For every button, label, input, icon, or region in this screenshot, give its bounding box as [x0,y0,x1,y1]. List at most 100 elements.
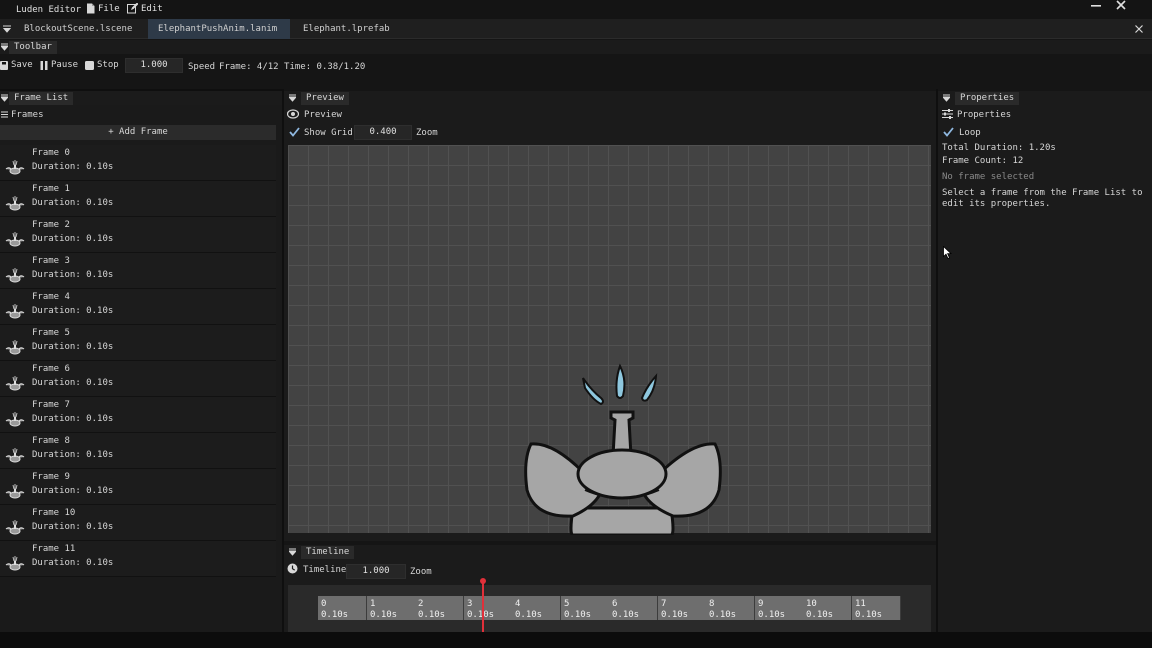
frame-name: Frame 9 [32,472,70,482]
tab-elephant-prefab[interactable]: Elephant.lprefab [293,19,403,39]
add-frame-button[interactable]: + Add Frame [0,125,276,140]
timeline-frame-cell[interactable]: 3 0.10s [464,596,513,620]
frame-time-status: Frame: 4/12 Time: 0.38/1.20 [219,62,366,72]
frame-row[interactable]: Frame 5 Duration: 0.10s [0,325,276,361]
preview-panel-tab[interactable]: Preview [301,92,349,105]
panel-collapse-icon[interactable] [289,94,296,102]
close-tab-icon[interactable] [1135,25,1143,33]
timeline-frame-cell[interactable]: 4 0.10s [512,596,561,620]
timeline-frame-cell[interactable]: 5 0.10s [561,596,610,620]
frame-duration: Duration: 0.10s [32,486,114,496]
frame-name: Frame 3 [32,256,70,266]
frame-row[interactable]: Frame 10 Duration: 0.10s [0,505,276,541]
timeline-frame-cell[interactable]: 9 0.10s [755,596,804,620]
properties-panel-tab[interactable]: Properties [955,92,1020,105]
tab-label: BlockoutScene.lscene [24,24,133,34]
frame-duration: Duration: 0.10s [32,522,114,532]
mouse-cursor-icon [943,246,952,259]
tab-elephant-push-anim[interactable]: ElephantPushAnim.lanim [148,19,290,50]
tab-blockout-scene[interactable]: BlockoutScene.lscene [14,19,146,39]
preview-canvas[interactable] [288,145,931,535]
tab-list-chevron-icon[interactable] [3,25,11,33]
minimize-button[interactable] [1087,0,1105,12]
timeline-frame-duration: 0.10s [467,610,495,620]
properties-panel-header: Properties [938,91,1152,105]
frame-row[interactable]: Frame 2 Duration: 0.10s [0,217,276,253]
timeline-frame-cell[interactable]: 0 0.10s [318,596,367,620]
loop-label: Loop [959,128,981,138]
frame-name: Frame 4 [32,292,70,302]
total-duration: Total Duration: 1.20s [942,143,1056,153]
frame-row[interactable]: Frame 7 Duration: 0.10s [0,397,276,433]
frame-duration: Duration: 0.10s [32,342,114,352]
panel-collapse-icon[interactable] [1,94,8,102]
toolbar-panel-tab[interactable]: Toolbar [9,41,57,54]
timeline-frame-cell[interactable]: 2 0.10s [415,596,464,620]
menu-file[interactable]: File [86,3,120,14]
close-icon [1116,0,1126,10]
document-tab-bar: BlockoutScene.lscene ElephantPushAnim.la… [0,19,1152,50]
timeline-frame-index: 2 [418,599,424,609]
frame-row[interactable]: Frame 0 Duration: 0.10s [0,145,276,181]
close-window-button[interactable] [1112,0,1130,12]
panel-collapse-icon[interactable] [289,548,296,556]
show-grid-checkbox[interactable] [289,127,300,137]
menu-file-label: File [98,3,120,14]
loop-checkbox[interactable] [943,127,954,137]
elephant-body [524,410,722,535]
timeline-panel-tab[interactable]: Timeline [301,546,355,559]
frame-name: Frame 6 [32,364,70,374]
frame-row[interactable]: Frame 6 Duration: 0.10s [0,361,276,397]
frame-row[interactable]: Frame 8 Duration: 0.10s [0,433,276,469]
timeline-frame-cell[interactable]: 11 0.10s [852,596,901,620]
frame-thumbnail-icon [5,376,25,391]
frame-row[interactable]: Frame 4 Duration: 0.10s [0,289,276,325]
frame-row[interactable]: Frame 9 Duration: 0.10s [0,469,276,505]
timeline-frame-duration: 0.10s [321,610,349,620]
panel-collapse-icon[interactable] [1,43,8,51]
timeline-frame-duration: 0.10s [709,610,737,620]
timeline-frame-index: 10 [806,599,817,609]
frame-list-panel-tab[interactable]: Frame List [9,92,74,105]
frame-row[interactable]: Frame 1 Duration: 0.10s [0,181,276,217]
timeline-frame-index: 4 [515,599,521,609]
timeline-frame-cell[interactable]: 8 0.10s [706,596,755,620]
edit-icon [127,3,138,14]
frame-thumbnail-icon [5,268,25,283]
frame-name: Frame 0 [32,148,70,158]
timeline-frame-index: 0 [321,599,327,609]
timeline-section-label: Timeline [303,565,347,575]
menu-edit-label: Edit [141,3,163,14]
save-button[interactable]: Save [0,60,33,70]
playhead[interactable] [480,578,486,632]
frame-duration: Duration: 0.10s [32,378,114,388]
timeline-frame-duration: 0.10s [758,610,786,620]
list-icon [1,111,8,118]
panel-collapse-icon[interactable] [943,94,950,102]
playhead-handle-icon[interactable] [480,578,486,584]
timeline-frame-cell[interactable]: 7 0.10s [658,596,707,620]
timeline-frame-duration: 0.10s [612,610,640,620]
speed-input[interactable]: 1.000 [125,58,183,73]
preview-zoom-label: Zoom [416,128,438,138]
menu-edit[interactable]: Edit [127,3,163,14]
stop-button[interactable]: Stop [85,60,119,70]
timeline-frame-cell[interactable]: 10 0.10s [803,596,852,620]
timeline-zoom-input[interactable]: 1.000 [346,564,406,579]
timeline-frame-cell[interactable]: 1 0.10s [367,596,416,620]
save-label: Save [11,60,33,70]
timeline-frame-duration: 0.10s [418,610,446,620]
frame-duration: Duration: 0.10s [32,162,114,172]
frame-row[interactable]: Frame 11 Duration: 0.10s [0,541,276,577]
properties-hint: Select a frame from the Frame List to ed… [942,188,1143,209]
frame-row[interactable]: Frame 3 Duration: 0.10s [0,253,276,289]
pause-button[interactable]: Pause [40,60,78,70]
preview-zoom-input[interactable]: 0.400 [354,125,412,140]
title-bar: Luden Editor File Edit [0,0,1152,19]
frame-thumbnail-icon [5,520,25,535]
frames-section-label: Frames [11,110,44,120]
preview-panel-header: Preview [284,91,936,105]
frame-thumbnail-icon [5,484,25,499]
timeline-frame-cell[interactable]: 6 0.10s [609,596,658,620]
frame-name: Frame 8 [32,436,70,446]
